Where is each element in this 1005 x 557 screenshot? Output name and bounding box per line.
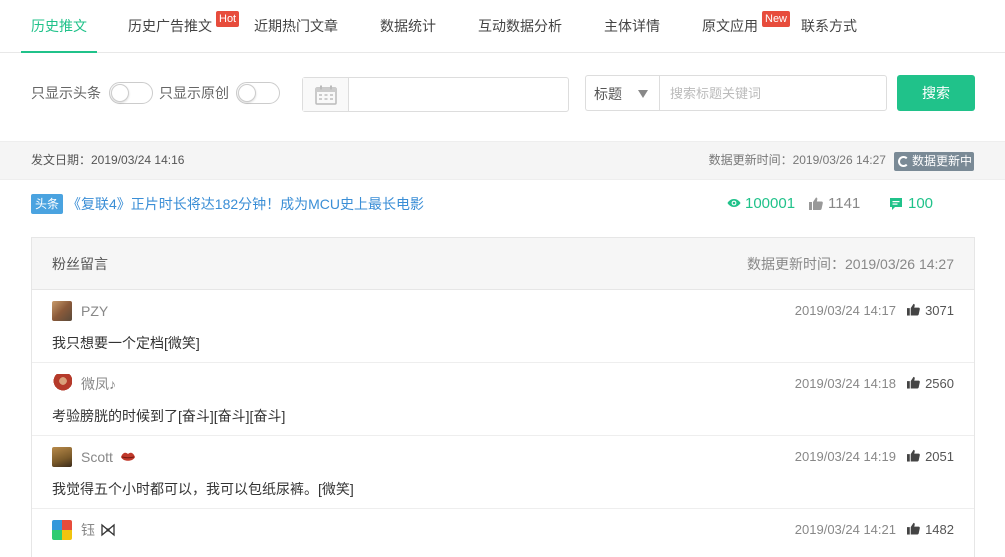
- select-value: 标题: [594, 86, 622, 102]
- comment-item: Scott 2019/03/24 14:19 2051 我觉得五个小时都可以，我…: [32, 436, 974, 509]
- tab-data-statistics[interactable]: 数据统计: [380, 0, 436, 53]
- views-stat: 100001: [727, 193, 795, 215]
- new-badge: New: [762, 11, 791, 27]
- tab-recent-hot-articles[interactable]: 近期热门文章: [254, 0, 338, 53]
- comment-time: 2019/03/24 14:17: [794, 303, 896, 318]
- fan-comments-panel: 粉丝留言 数据更新时间：2019/03/26 14:27 PZY 2019/03…: [31, 237, 975, 557]
- tab-interaction-analysis[interactable]: 互动数据分析: [478, 0, 562, 53]
- comment-item: 钰 2019/03/24 14:21 1482: [32, 509, 974, 557]
- article-row: 头条 《复联4》正片时长将达182分钟！成为MCU史上最长电影 100001 1…: [0, 180, 1005, 237]
- comment-item: PZY 2019/03/24 14:17 3071 我只想要一个定档[微笑]: [32, 290, 974, 363]
- data-update-time: 数据更新时间：2019/03/26 14:27: [708, 153, 886, 167]
- comment-text: 我觉得五个小时都可以，我可以包纸尿裤。[微笑]: [52, 481, 354, 497]
- headline-tag: 头条: [31, 194, 64, 214]
- commenter-name: PZY: [81, 303, 109, 319]
- only-headline-label: 只显示头条: [31, 85, 101, 101]
- comment-likes: 2560: [925, 376, 954, 391]
- toggle-knob: [238, 84, 256, 102]
- comment-time: 2019/03/24 14:21: [794, 522, 896, 537]
- filter-bar: 只显示头条 只显示原创 标题 搜索: [0, 53, 1005, 141]
- comment-time: 2019/03/24 14:19: [794, 449, 896, 464]
- thumbs-up-icon[interactable]: [907, 303, 920, 316]
- tab-original-app[interactable]: 原文应用: [702, 0, 758, 53]
- tab-entity-details[interactable]: 主体详情: [604, 0, 660, 53]
- only-headline-toggle[interactable]: [109, 82, 153, 104]
- commenter-name: 微凤♪: [81, 376, 116, 392]
- thumbs-up-icon: [809, 197, 823, 210]
- search-button[interactable]: 搜索: [897, 75, 975, 111]
- views-count: 100001: [745, 195, 796, 212]
- avatar: [52, 447, 72, 467]
- bow-icon: [101, 523, 115, 537]
- tab-contact[interactable]: 联系方式: [801, 0, 857, 53]
- panel-update-time: 数据更新时间：2019/03/26 14:27: [747, 256, 954, 272]
- calendar-icon[interactable]: [303, 78, 349, 111]
- comment-likes: 1482: [925, 522, 954, 537]
- caret-down-icon: [638, 90, 648, 98]
- refresh-icon: [898, 156, 909, 167]
- avatar: [52, 301, 72, 321]
- updating-badge[interactable]: 数据更新中: [894, 152, 974, 171]
- date-input[interactable]: [350, 78, 568, 111]
- lips-icon: [120, 452, 135, 461]
- tab-history-posts[interactable]: 历史推文: [21, 0, 97, 53]
- commenter-name: Scott: [81, 446, 136, 468]
- panel-title: 粉丝留言: [52, 256, 108, 272]
- tab-bar: 历史推文 历史广告推文 Hot 近期热门文章 数据统计 互动数据分析 主体详情 …: [0, 0, 1005, 53]
- hot-badge: Hot: [216, 11, 240, 27]
- comments-stat: 100: [889, 193, 933, 215]
- comment-likes: 3071: [925, 303, 954, 318]
- comment-icon: [890, 198, 902, 210]
- date-picker[interactable]: [302, 77, 569, 112]
- likes-stat: 1141: [809, 193, 860, 215]
- comment-likes: 2051: [925, 449, 954, 464]
- thumbs-up-icon[interactable]: [907, 376, 920, 389]
- search-field-select[interactable]: 标题: [585, 75, 660, 111]
- article-title-link[interactable]: 《复联4》正片时长将达182分钟！成为MCU史上最长电影: [67, 193, 424, 215]
- only-original-toggle[interactable]: [236, 82, 280, 104]
- info-bar: 发文日期：2019/03/24 14:16 数据更新时间：2019/03/26 …: [0, 141, 1005, 180]
- avatar: [52, 520, 72, 540]
- thumbs-up-icon[interactable]: [907, 449, 920, 462]
- eye-icon: [727, 199, 741, 207]
- publish-date: 发文日期：2019/03/24 14:16: [31, 153, 185, 167]
- only-original-label: 只显示原创: [159, 85, 229, 101]
- comment-text: 我只想要一个定档[微笑]: [52, 335, 200, 351]
- comment-text: 考验膀胱的时候到了[奋斗][奋斗][奋斗]: [52, 408, 286, 424]
- comment-time: 2019/03/24 14:18: [794, 376, 896, 391]
- comment-item: 微凤♪ 2019/03/24 14:18 2560 考验膀胱的时候到了[奋斗][…: [32, 363, 974, 436]
- likes-count: 1141: [828, 195, 861, 212]
- comments-count: 100: [908, 195, 934, 212]
- search-input[interactable]: [659, 75, 887, 111]
- thumbs-up-icon[interactable]: [907, 522, 920, 535]
- tab-history-ad-posts[interactable]: 历史广告推文: [128, 0, 212, 53]
- toggle-knob: [111, 84, 129, 102]
- avatar: [52, 374, 72, 394]
- panel-header: 粉丝留言 数据更新时间：2019/03/26 14:27: [32, 238, 974, 290]
- commenter-name: 钰: [81, 519, 115, 541]
